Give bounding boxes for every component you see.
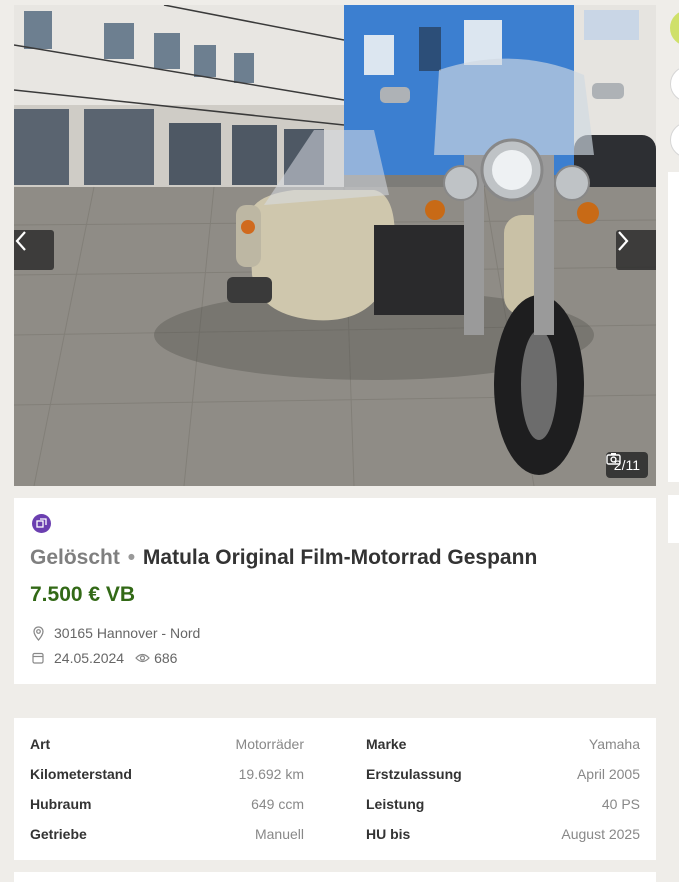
gallery-next-button[interactable] xyxy=(616,230,656,270)
detail-row: Leistung 40 PS xyxy=(366,794,640,814)
detail-key: Kilometerstand xyxy=(30,766,132,782)
detail-key: Art xyxy=(30,736,51,752)
detail-value: Manuell xyxy=(254,826,304,842)
detail-value: 40 PS xyxy=(601,796,640,812)
detail-row: HU bis August 2025 xyxy=(366,824,640,844)
chevron-left-icon xyxy=(15,231,26,251)
listing-price: 7.500 € VB xyxy=(30,583,136,606)
detail-value: April 2005 xyxy=(576,766,640,782)
location-pin-icon xyxy=(30,625,46,641)
sidebar-action-circle[interactable] xyxy=(670,66,679,102)
detail-key: Erstzulassung xyxy=(366,766,462,782)
detail-key: HU bis xyxy=(366,826,411,842)
sidebar-action-circle[interactable] xyxy=(670,122,679,158)
detail-value: 649 ccm xyxy=(251,796,304,812)
next-section-card xyxy=(14,872,656,882)
detail-value: 19.692 km xyxy=(238,766,304,782)
listing-status: Gelöscht xyxy=(30,546,120,569)
location-text[interactable]: 30165 Hannover - Nord xyxy=(54,625,200,641)
detail-value: August 2025 xyxy=(561,826,640,842)
listing-details-card: Art Motorräder Marke Yamaha Kilometersta… xyxy=(14,718,656,860)
detail-key: Getriebe xyxy=(30,826,87,842)
detail-key: Leistung xyxy=(366,796,425,812)
detail-row: Marke Yamaha xyxy=(366,734,640,754)
title-separator: • xyxy=(127,546,136,569)
detail-value: Motorräder xyxy=(235,736,304,752)
detail-row: Getriebe Manuell xyxy=(30,824,304,844)
photo-gallery[interactable]: 2/11 xyxy=(14,5,656,486)
detail-row: Art Motorräder xyxy=(30,734,304,754)
detail-row: Erstzulassung April 2005 xyxy=(366,764,640,784)
detail-row: Kilometerstand 19.692 km xyxy=(30,764,304,784)
detail-key: Hubraum xyxy=(30,796,92,812)
posted-date: 24.05.2024 xyxy=(54,650,125,666)
detail-value: Yamaha xyxy=(588,736,640,752)
listing-photo xyxy=(14,5,656,486)
listing-title: Gelöscht • Matula Original Film-Motorrad… xyxy=(30,546,537,570)
calendar-icon xyxy=(30,650,46,666)
listing-title-text: Matula Original Film-Motorrad Gespann xyxy=(142,546,538,569)
date-views-row: 24.05.2024 686 xyxy=(30,650,177,666)
views-count: 686 xyxy=(134,650,177,666)
sidebar-action-circle[interactable] xyxy=(670,10,679,46)
eye-icon xyxy=(134,650,150,666)
detail-key: Marke xyxy=(366,736,407,752)
views-count-text: 686 xyxy=(154,650,178,666)
detail-row: Hubraum 649 ccm xyxy=(30,794,304,814)
camera-icon xyxy=(606,453,621,465)
sidebar-panel-edge xyxy=(668,495,679,543)
image-counter: 2/11 xyxy=(605,452,648,478)
location-row: 30165 Hannover - Nord xyxy=(30,625,200,641)
chevron-right-icon xyxy=(618,231,629,251)
gallery-badge-icon xyxy=(32,514,51,533)
gallery-prev-button[interactable] xyxy=(14,230,54,270)
sidebar-panel-edge xyxy=(668,172,679,482)
listing-info-card: Gelöscht • Matula Original Film-Motorrad… xyxy=(14,498,656,684)
